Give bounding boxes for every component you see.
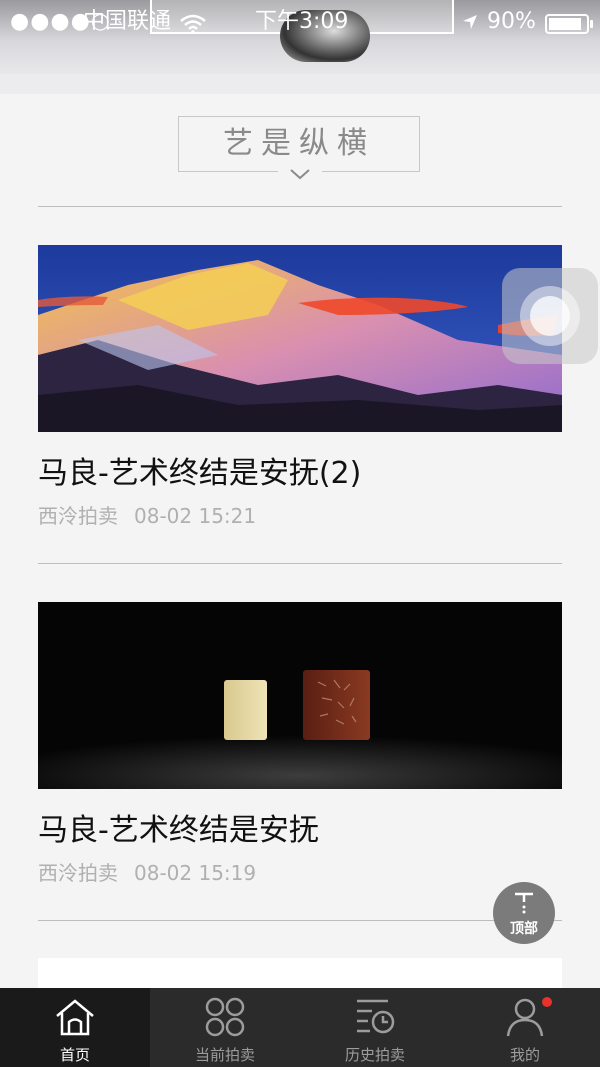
tab-history-auction[interactable]: 历史拍卖: [300, 988, 450, 1067]
tab-label: 我的: [509, 1046, 540, 1064]
tab-label: 历史拍卖: [344, 1046, 405, 1064]
article-source: 西泠拍卖: [38, 861, 118, 885]
tab-label: 当前拍卖: [194, 1046, 255, 1064]
article-image-seals[interactable]: [38, 602, 562, 789]
wifi-icon: [180, 0, 206, 44]
arrow-up-icon: [511, 890, 537, 920]
article-meta: 西泠拍卖 08-02 15:19: [38, 857, 256, 886]
user-icon: [504, 996, 546, 1038]
article-time: 08-02 15:19: [134, 861, 257, 885]
grid-icon: [204, 996, 246, 1038]
notification-badge: [542, 997, 552, 1007]
article-divider: [38, 563, 562, 564]
status-time: 下午3:09: [255, 9, 349, 34]
tab-current-auction[interactable]: 当前拍卖: [150, 988, 300, 1067]
tab-label: 首页: [59, 1046, 90, 1064]
article-image-everest[interactable]: [38, 245, 562, 432]
banner-divider: [0, 74, 600, 94]
tab-mine[interactable]: 我的: [450, 988, 600, 1067]
article-title[interactable]: 马良-艺术终结是安抚: [38, 805, 319, 849]
section-title: 艺是纵横: [223, 126, 375, 161]
location-arrow-icon: [462, 0, 478, 44]
assistive-ring-inner: [530, 296, 570, 336]
chevron-down-icon: [288, 164, 312, 184]
article-title[interactable]: 马良-艺术终结是安抚(2): [38, 448, 361, 492]
back-to-top-label: 顶部: [510, 921, 538, 937]
article-time: 08-02 15:21: [134, 504, 257, 528]
article-meta: 西泠拍卖 08-02 15:21: [38, 500, 256, 529]
assistive-touch-button[interactable]: [502, 268, 598, 364]
battery-icon: [545, 14, 593, 34]
bottom-tab-bar: 首页 当前拍卖 历史拍卖 我的: [0, 988, 600, 1067]
article-source: 西泠拍卖: [38, 504, 118, 528]
tab-home[interactable]: 首页: [0, 988, 150, 1067]
section-divider: [38, 206, 562, 207]
home-icon: [54, 996, 96, 1038]
status-bar: ●●●●○ 中国联通 下午3:09 90%: [0, 0, 600, 44]
carrier-name: 中国联通: [83, 9, 172, 34]
history-icon: [354, 996, 396, 1038]
back-to-top-button[interactable]: 顶部: [493, 882, 555, 944]
battery-percent: 90%: [487, 9, 536, 34]
article-divider: [38, 920, 562, 921]
